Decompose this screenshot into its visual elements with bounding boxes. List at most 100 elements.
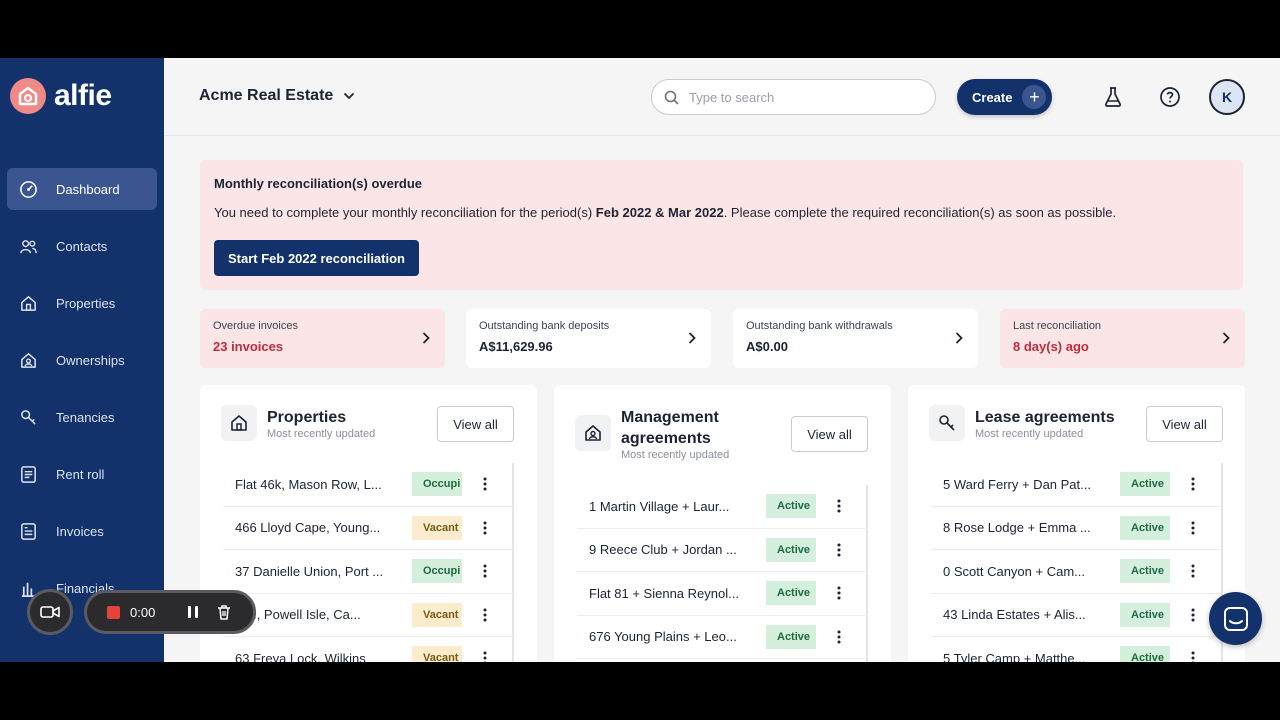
- trash-icon[interactable]: [216, 604, 232, 620]
- reconciliation-alert: Monthly reconciliation(s) overdue You ne…: [200, 160, 1243, 290]
- more-options-icon[interactable]: [1186, 649, 1200, 662]
- org-name: Acme Real Estate: [199, 87, 334, 104]
- list-item[interactable]: 43 Linda Estates + Alis... Active: [931, 594, 1223, 637]
- flask-icon[interactable]: [1101, 85, 1125, 109]
- more-options-icon[interactable]: [478, 562, 492, 580]
- more-options-icon[interactable]: [478, 606, 492, 624]
- list-item[interactable]: Flat 81 + Sienna Reynol... Active: [577, 572, 869, 616]
- top-header: Acme Real Estate Create + K: [164, 58, 1280, 136]
- sidebar-item-tenancies[interactable]: Tenancies: [7, 396, 157, 438]
- row-text: 1 Martin Village + Laur...: [589, 498, 730, 514]
- more-options-icon[interactable]: [478, 475, 492, 493]
- app-frame: alfie Dashboard Contacts Properties Owne…: [0, 58, 1280, 662]
- search-icon: [664, 90, 679, 105]
- sidebar-item-label: Contacts: [56, 238, 108, 254]
- camera-toggle-button[interactable]: [27, 589, 73, 635]
- list-item[interactable]: 5 Ward Ferry + Dan Pat... Active: [931, 463, 1223, 507]
- logo-text: alfie: [54, 79, 112, 112]
- more-options-icon[interactable]: [832, 584, 846, 602]
- org-switcher[interactable]: Acme Real Estate: [199, 87, 355, 105]
- stat-label: Outstanding bank withdrawals: [746, 320, 893, 332]
- list-item[interactable]: 27e, Powell Isle, Ca... Vacant: [223, 594, 515, 637]
- row-text: 5 Tyler Camp + Matthe...: [943, 650, 1086, 662]
- card-title-line: agreements: [621, 430, 711, 447]
- sidebar-item-label: Ownerships: [56, 352, 125, 368]
- sidebar-item-invoices[interactable]: Invoices: [7, 510, 157, 552]
- more-options-icon[interactable]: [478, 519, 492, 537]
- more-options-icon[interactable]: [478, 649, 492, 662]
- status-badge: Vacant: [412, 515, 462, 540]
- more-options-icon[interactable]: [832, 628, 846, 646]
- list-item[interactable]: 8 Rose Lodge + Emma ... Active: [931, 507, 1223, 550]
- row-text: 27e, Powell Isle, Ca...: [235, 607, 361, 623]
- stat-value: 8 day(s) ago: [1013, 339, 1089, 354]
- more-options-icon[interactable]: [1186, 562, 1200, 580]
- sidebar-item-properties[interactable]: Properties: [7, 282, 157, 324]
- list-item[interactable]: 63 Freya Lock, Wilkins Vacant: [223, 637, 515, 662]
- stat-overdue-invoices[interactable]: Overdue invoices 23 invoices: [200, 309, 445, 368]
- user-avatar[interactable]: K: [1209, 79, 1245, 115]
- video-camera-icon: [40, 606, 60, 618]
- stat-outstanding-deposits[interactable]: Outstanding bank deposits A$11,629.96: [466, 309, 711, 368]
- stat-label: Outstanding bank deposits: [479, 320, 610, 332]
- plus-icon: +: [1022, 85, 1047, 109]
- more-options-icon[interactable]: [1186, 475, 1200, 493]
- list-item[interactable]: 676 Young Plains + Leo... Active: [577, 616, 869, 659]
- view-all-properties-button[interactable]: View all: [437, 406, 514, 442]
- dashboard-icon: [20, 180, 37, 198]
- more-options-icon[interactable]: [832, 541, 846, 559]
- rent-roll-icon: [21, 465, 36, 483]
- row-text: 8 Rose Lodge + Emma ...: [943, 520, 1091, 536]
- sidebar-item-rent-roll[interactable]: Rent roll: [7, 453, 157, 495]
- list-item[interactable]: 37 Danielle Union, Port ... Occupi: [223, 550, 515, 594]
- help-icon[interactable]: [1158, 85, 1182, 109]
- alert-title: Monthly reconciliation(s) overdue: [214, 176, 423, 191]
- logo[interactable]: alfie: [10, 78, 112, 114]
- status-badge: Active: [1120, 646, 1170, 662]
- more-options-icon[interactable]: [1186, 519, 1200, 537]
- search-input[interactable]: [689, 89, 909, 105]
- recording-controls: 0:00: [84, 590, 256, 634]
- chevron-right-icon: [1222, 332, 1230, 344]
- card-title-line: Management: [621, 409, 719, 426]
- alfie-logo-icon: [10, 78, 46, 114]
- chevron-right-icon: [955, 332, 963, 344]
- sidebar-item-ownerships[interactable]: Ownerships: [7, 339, 157, 381]
- management-agreements-card: Management agreements Most recently upda…: [554, 385, 891, 662]
- row-text: Flat 46k, Mason Row, L...: [235, 476, 382, 492]
- more-options-icon[interactable]: [832, 497, 846, 515]
- list-item[interactable]: 466 Lloyd Cape, Young... Vacant: [223, 507, 515, 550]
- sidebar-item-contacts[interactable]: Contacts: [7, 225, 157, 267]
- row-text: Flat 81 + Sienna Reynol...: [589, 585, 739, 601]
- chat-icon: [1223, 606, 1248, 631]
- stat-outstanding-withdrawals[interactable]: Outstanding bank withdrawals A$0.00: [733, 309, 978, 368]
- card-subtitle: Most recently updated: [267, 428, 376, 440]
- view-all-leases-button[interactable]: View all: [1146, 406, 1223, 442]
- create-button[interactable]: Create +: [957, 79, 1052, 115]
- pause-icon[interactable]: [186, 605, 200, 619]
- keys-icon: [939, 415, 955, 431]
- stop-recording-button[interactable]: [107, 605, 120, 619]
- tenancies-icon: [21, 409, 36, 425]
- stat-last-reconciliation[interactable]: Last reconciliation 8 day(s) ago: [1000, 309, 1245, 368]
- sidebar-item-label: Rent roll: [56, 466, 105, 482]
- card-title: Lease agreements: [975, 409, 1115, 426]
- search-box[interactable]: [651, 79, 936, 115]
- list-item[interactable]: 1 Martin Village + Laur... Active: [577, 485, 869, 529]
- view-all-management-button[interactable]: View all: [791, 416, 868, 452]
- list-item[interactable]: 5 Tyler Camp + Matthe... Active: [931, 637, 1223, 662]
- chat-launcher-button[interactable]: [1209, 592, 1262, 645]
- list-item[interactable]: Flat 46k, Mason Row, L... Occupi: [223, 463, 515, 507]
- list-item[interactable]: 9 Reece Club + Jordan ... Active: [577, 529, 869, 572]
- start-reconciliation-button[interactable]: Start Feb 2022 reconciliation: [214, 240, 419, 276]
- sidebar-item-label: Tenancies: [56, 409, 115, 425]
- card-title: Management agreements: [621, 407, 719, 449]
- more-options-icon[interactable]: [1186, 606, 1200, 624]
- sidebar-item-label: Invoices: [56, 523, 104, 539]
- row-text: 9 Reece Club + Jordan ...: [589, 542, 737, 558]
- status-badge: Active: [766, 624, 816, 649]
- alert-message-periods: Feb 2022 & Mar 2022: [595, 205, 724, 220]
- list-item[interactable]: 0 Scott Canyon + Cam... Active: [931, 550, 1223, 594]
- status-badge: Active: [1120, 472, 1170, 497]
- sidebar-item-dashboard[interactable]: Dashboard: [7, 168, 157, 210]
